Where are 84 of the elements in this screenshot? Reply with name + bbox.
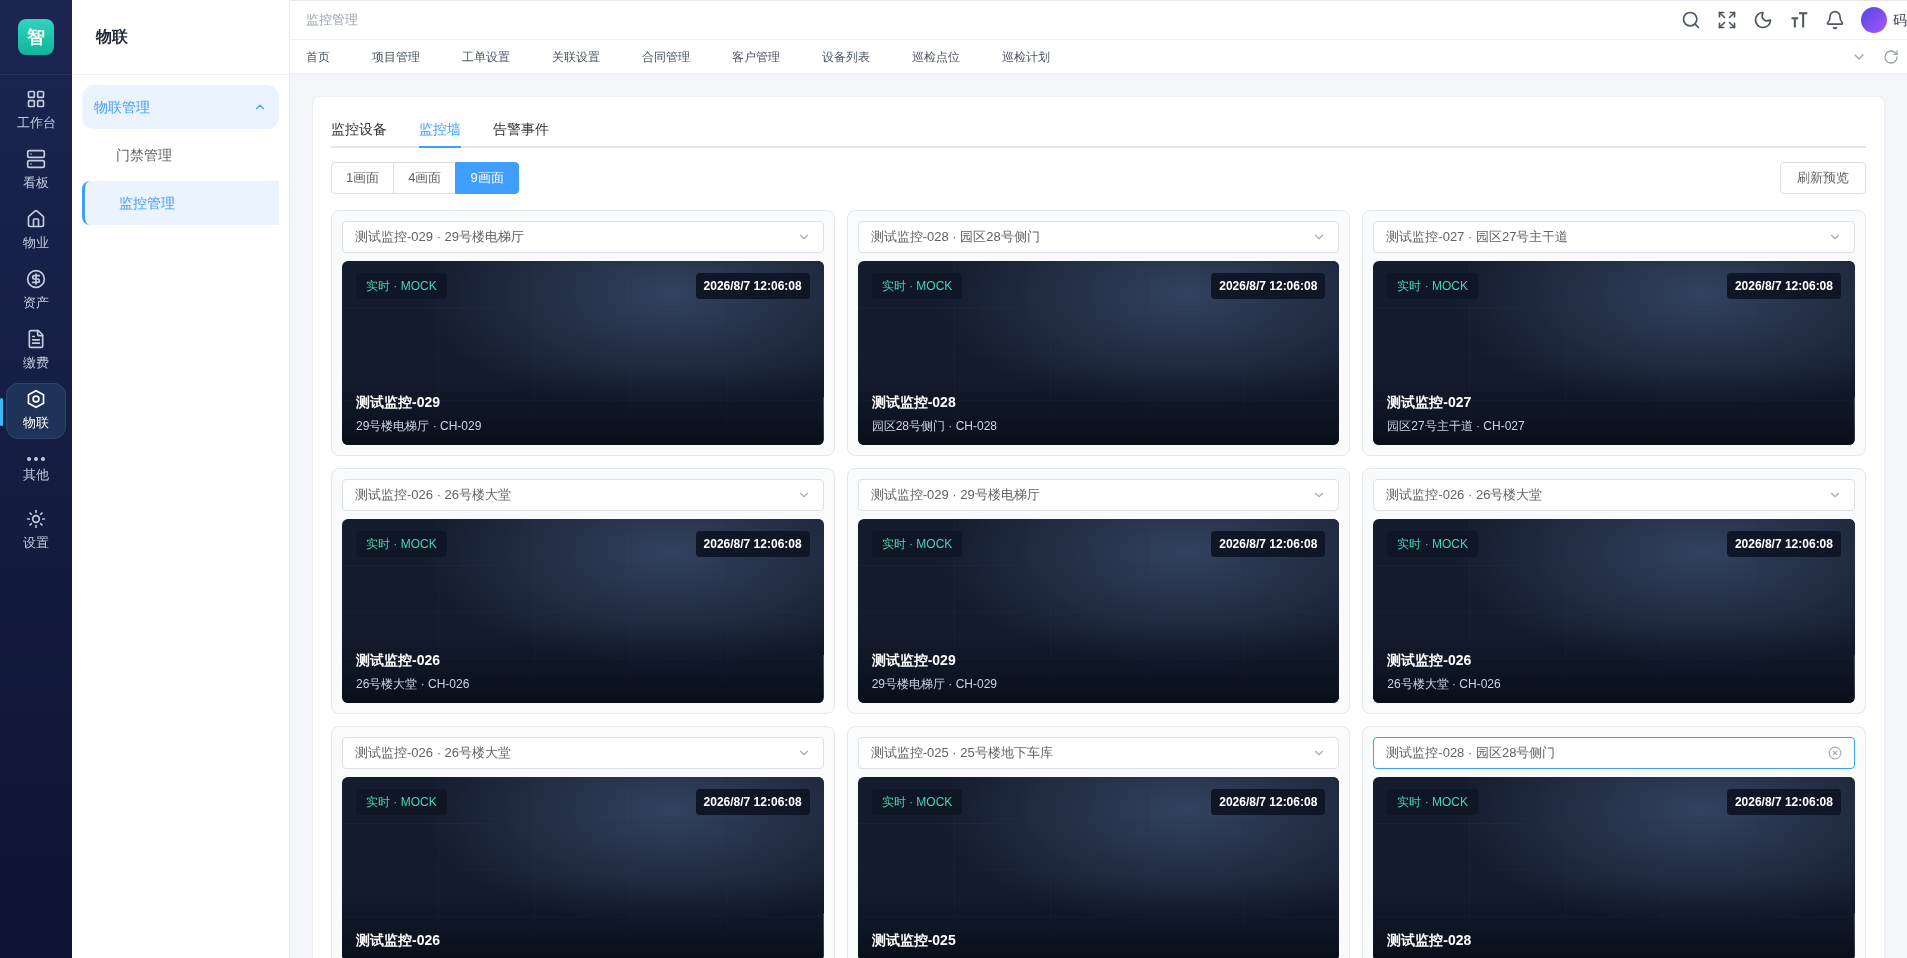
timestamp-badge: 2026/8/7 12:06:08 xyxy=(695,531,810,557)
timestamp-badge: 2026/8/7 12:06:08 xyxy=(1726,789,1841,815)
page-tab[interactable]: 首页 xyxy=(306,47,330,66)
page-tab[interactable]: 巡检点位 xyxy=(912,47,960,66)
camera-title: 测试监控-027 xyxy=(1387,393,1473,412)
search-icon[interactable] xyxy=(1681,10,1701,30)
active-indicator xyxy=(0,398,3,426)
view-tab[interactable]: 告警事件 xyxy=(493,117,549,148)
rail-item[interactable]: 看板 xyxy=(6,143,66,199)
camera-select[interactable]: 测试监控-026 · 26号楼大堂 xyxy=(1373,479,1855,511)
rail-item[interactable]: 工作台 xyxy=(6,83,66,139)
timestamp-badge: 2026/8/7 12:06:08 xyxy=(1211,789,1326,815)
breadcrumb: 监控管理 xyxy=(306,11,358,30)
live-badge: 实时 · MOCK xyxy=(356,273,447,299)
timestamp-badge: 2026/8/7 12:06:08 xyxy=(1211,531,1326,557)
page-tab[interactable]: 工单设置 xyxy=(462,47,510,66)
rail-item[interactable]: 缴费 xyxy=(6,323,66,379)
rail-item[interactable]: 物业 xyxy=(6,203,66,259)
camera-select[interactable]: 测试监控-028 · 园区28号侧门 xyxy=(1373,737,1855,769)
camera-title: 测试监控-029 xyxy=(871,651,957,670)
live-badge: 实时 · MOCK xyxy=(871,531,963,557)
camera-select[interactable]: 测试监控-028 · 园区28号侧门 xyxy=(857,221,1340,253)
rail-item[interactable]: 设置 xyxy=(6,503,66,559)
camera-title: 测试监控-028 xyxy=(871,393,957,412)
live-badge: 实时 · MOCK xyxy=(356,789,447,815)
avatar[interactable] xyxy=(1861,7,1887,33)
view-tab[interactable]: 监控设备 xyxy=(331,117,387,148)
hexagon-icon xyxy=(26,389,46,410)
rail-item[interactable]: 物联 xyxy=(6,383,66,439)
bell-icon[interactable] xyxy=(1825,10,1845,30)
text-size-icon[interactable] xyxy=(1789,10,1809,30)
sidebar-title: 物联 xyxy=(96,27,128,47)
layout-toggle[interactable]: 4画面 xyxy=(393,162,457,194)
camera-title: 测试监控-026 xyxy=(356,931,441,950)
camera-subtitle: 29号楼电梯厅 · CH-029 xyxy=(356,418,482,435)
page-tab[interactable]: 关联设置 xyxy=(552,47,600,66)
app-logo: 智 xyxy=(18,19,54,55)
camera-select[interactable]: 测试监控-025 · 25号楼地下车库 xyxy=(857,737,1340,769)
page-tab[interactable]: 设备列表 xyxy=(822,47,870,66)
camera-title: 测试监控-029 xyxy=(356,393,442,412)
document-icon xyxy=(26,329,46,350)
fullscreen-icon[interactable] xyxy=(1717,10,1737,30)
timestamp-badge: 2026/8/7 12:06:08 xyxy=(1726,273,1841,299)
camera-select[interactable]: 测试监控-029 · 29号楼电梯厅 xyxy=(857,479,1340,511)
grid-icon xyxy=(26,89,46,110)
timestamp-badge: 2026/8/7 12:06:08 xyxy=(695,273,810,299)
page-tab[interactable]: 项目管理 xyxy=(372,47,420,66)
camera-select[interactable]: 测试监控-026 · 26号楼大堂 xyxy=(342,479,824,511)
rail-item[interactable]: 其他 xyxy=(6,443,66,499)
rail-item[interactable]: 资产 xyxy=(6,263,66,319)
page-tab[interactable]: 客户管理 xyxy=(732,47,780,66)
more-icon xyxy=(27,457,45,462)
refresh-preview-button[interactable]: 刷新预览 xyxy=(1780,162,1866,194)
camera-subtitle: 26号楼大堂 · CH-026 xyxy=(356,676,470,693)
moon-icon[interactable] xyxy=(1753,10,1773,30)
user-name[interactable]: 码 xyxy=(1893,9,1907,31)
live-badge: 实时 · MOCK xyxy=(1387,789,1478,815)
camera-title: 测试监控-025 xyxy=(871,931,956,950)
coin-icon xyxy=(26,269,46,290)
camera-title: 测试监控-028 xyxy=(1387,931,1472,950)
timestamp-badge: 2026/8/7 12:06:08 xyxy=(1726,531,1841,557)
sun-icon xyxy=(26,509,46,530)
camera-subtitle: 29号楼电梯厅 · CH-029 xyxy=(871,676,998,693)
live-badge: 实时 · MOCK xyxy=(871,273,963,299)
page-tab[interactable]: 巡检计划 xyxy=(1002,47,1050,66)
camera-select[interactable]: 测试监控-029 · 29号楼电梯厅 xyxy=(342,221,824,253)
timestamp-badge: 2026/8/7 12:06:08 xyxy=(1211,273,1326,299)
timestamp-badge: 2026/8/7 12:06:08 xyxy=(695,789,810,815)
page-tab[interactable]: 合同管理 xyxy=(642,47,690,66)
camera-title: 测试监控-026 xyxy=(1387,651,1473,670)
camera-select[interactable]: 测试监控-027 · 园区27号主干道 xyxy=(1373,221,1855,253)
live-badge: 实时 · MOCK xyxy=(871,789,963,815)
camera-title: 测试监控-026 xyxy=(356,651,442,670)
live-badge: 实时 · MOCK xyxy=(1387,273,1478,299)
camera-subtitle: 26号楼大堂 · CH-026 xyxy=(1387,676,1501,693)
live-badge: 实时 · MOCK xyxy=(356,531,447,557)
house-icon xyxy=(26,209,46,230)
camera-subtitle: 园区28号侧门 · CH-028 xyxy=(871,418,998,435)
live-badge: 实时 · MOCK xyxy=(1387,531,1478,557)
stack-icon xyxy=(26,149,46,170)
camera-select[interactable]: 测试监控-026 · 26号楼大堂 xyxy=(342,737,824,769)
layout-toggle[interactable]: 1画面 xyxy=(331,162,395,194)
camera-subtitle: 园区27号主干道 · CH-027 xyxy=(1387,418,1525,435)
menu-item[interactable]: 门禁管理 xyxy=(82,133,279,177)
